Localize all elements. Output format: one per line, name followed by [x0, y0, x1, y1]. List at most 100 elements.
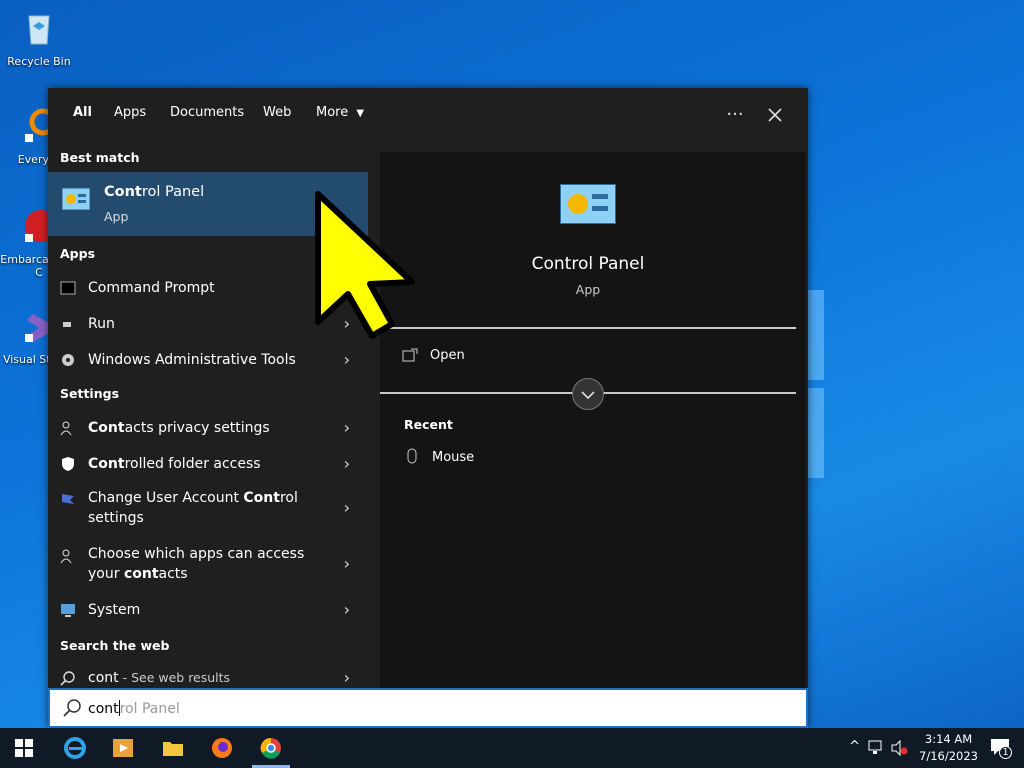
result-choose-apps-contacts[interactable]: Choose which apps can access your contac…	[48, 540, 370, 588]
recycle-bin-icon	[28, 15, 50, 45]
start-button[interactable]	[0, 728, 48, 768]
control-panel-large-icon	[560, 184, 616, 224]
shield-icon	[62, 457, 74, 471]
monitor-icon	[61, 604, 75, 617]
result-label: Command Prompt	[88, 280, 215, 296]
windows-logo-icon	[15, 739, 33, 757]
taskbar: ^ 3:14 AM 7/16/2023 1	[0, 728, 1024, 768]
desktop-icon-label: Recycle Bin	[7, 55, 71, 68]
text: Choose which apps can access	[88, 546, 305, 562]
expand-button[interactable]	[572, 378, 604, 410]
highlight: Cont	[88, 456, 125, 472]
firefox-icon[interactable]	[210, 736, 234, 760]
chevron-right-icon[interactable]: ›	[344, 350, 350, 370]
clock-date: 7/16/2023	[919, 749, 978, 763]
result-label: Change User Account Control settings	[88, 488, 298, 528]
recent-item-mouse[interactable]: Mouse	[402, 448, 782, 472]
chevron-right-icon[interactable]: ›	[344, 668, 350, 688]
media-player-icon[interactable]	[111, 736, 135, 760]
search-icon	[63, 699, 81, 717]
recent-heading: Recent	[404, 417, 453, 432]
result-label: Controlled folder access	[88, 454, 261, 474]
tab-all[interactable]: All	[67, 105, 98, 149]
file-explorer-icon[interactable]	[161, 736, 185, 760]
chevron-up-icon[interactable]: ^	[849, 739, 860, 754]
text: Change User Account	[88, 490, 244, 506]
highlight: Cont	[88, 420, 125, 436]
divider	[390, 327, 796, 329]
chevron-down-icon	[581, 391, 595, 399]
highlight: cont	[123, 566, 159, 582]
volume-muted-icon[interactable]	[890, 740, 908, 756]
chevron-right-icon[interactable]: ›	[344, 554, 350, 574]
text: acts privacy settings	[124, 420, 270, 436]
mouse-pointer-icon	[315, 191, 415, 339]
chrome-icon[interactable]	[259, 736, 283, 760]
caret-down-icon: ▼	[356, 108, 365, 119]
chevron-right-icon[interactable]: ›	[344, 600, 350, 620]
tab-more[interactable]: More ▼	[316, 105, 364, 135]
system-clock[interactable]: 3:14 AM 7/16/2023	[919, 731, 978, 765]
text: rolled folder access	[124, 456, 261, 472]
search-box[interactable]: control Panel	[48, 688, 808, 728]
text: settings	[88, 510, 144, 526]
text: acts	[158, 566, 188, 582]
result-label: Windows Administrative Tools	[88, 352, 296, 368]
chevron-right-icon[interactable]: ›	[344, 454, 350, 474]
command-prompt-icon	[60, 281, 76, 295]
text: rol	[279, 490, 298, 506]
mouse-icon	[407, 448, 417, 464]
notification-count: 1	[999, 746, 1012, 759]
close-button[interactable]	[760, 100, 790, 130]
network-icon[interactable]	[868, 740, 886, 756]
preview-subtitle: App	[575, 282, 601, 297]
result-change-uac-settings[interactable]: Change User Account Control settings ›	[48, 484, 370, 532]
chevron-right-icon[interactable]: ›	[344, 418, 350, 438]
tab-apps[interactable]: Apps	[114, 105, 146, 135]
result-label: Choose which apps can access your contac…	[88, 544, 304, 584]
search-icon	[60, 671, 75, 686]
recent-item-label: Mouse	[432, 450, 475, 465]
web-suffix: - See web results	[118, 670, 231, 685]
text: your	[88, 566, 124, 582]
title-highlight: Cont	[104, 184, 142, 200]
section-apps: Apps	[60, 246, 96, 261]
section-best-match: Best match	[60, 150, 140, 165]
typed-text: cont	[88, 701, 119, 717]
open-label: Open	[430, 348, 465, 363]
uac-flag-icon	[62, 494, 74, 504]
search-input[interactable]: control Panel	[88, 700, 180, 717]
tab-web[interactable]: Web	[263, 105, 291, 135]
close-icon	[768, 108, 782, 122]
result-system[interactable]: System ›	[48, 594, 370, 626]
best-match-subtitle: App	[104, 209, 129, 224]
run-icon	[63, 322, 71, 327]
more-options-button[interactable]: ···	[720, 100, 750, 130]
search-panel: All Apps Documents Web More ▼ ··· Best m…	[48, 88, 808, 728]
result-label: System	[88, 602, 141, 618]
section-search-the-web: Search the web	[60, 638, 170, 653]
result-label: cont - See web results	[88, 668, 230, 688]
title-rest: rol Panel	[141, 184, 205, 200]
notification-center-button[interactable]: 1	[990, 736, 1014, 760]
web-query: cont	[88, 670, 119, 686]
result-label: Run	[88, 316, 115, 332]
control-panel-icon	[62, 188, 90, 210]
desktop-icon-recycle-bin[interactable]: Recycle Bin	[0, 8, 78, 68]
open-icon	[402, 348, 418, 362]
best-match-title: Control Panel	[104, 184, 204, 200]
people-icon	[60, 549, 72, 564]
result-controlled-folder-access[interactable]: Controlled folder access ›	[48, 448, 370, 480]
open-action[interactable]: Open	[402, 346, 782, 370]
result-contacts-privacy-settings[interactable]: Contacts privacy settings ›	[48, 412, 370, 444]
clock-time: 3:14 AM	[924, 732, 973, 746]
highlight: Cont	[243, 490, 280, 506]
section-settings: Settings	[60, 386, 120, 401]
tab-documents[interactable]: Documents	[170, 105, 244, 135]
result-label: Contacts privacy settings	[88, 418, 270, 438]
result-windows-administrative-tools[interactable]: Windows Administrative Tools ›	[48, 344, 370, 376]
people-icon	[60, 421, 72, 436]
chevron-right-icon[interactable]: ›	[344, 498, 350, 518]
tab-more-label: More	[316, 105, 349, 120]
internet-explorer-icon[interactable]	[63, 736, 87, 760]
